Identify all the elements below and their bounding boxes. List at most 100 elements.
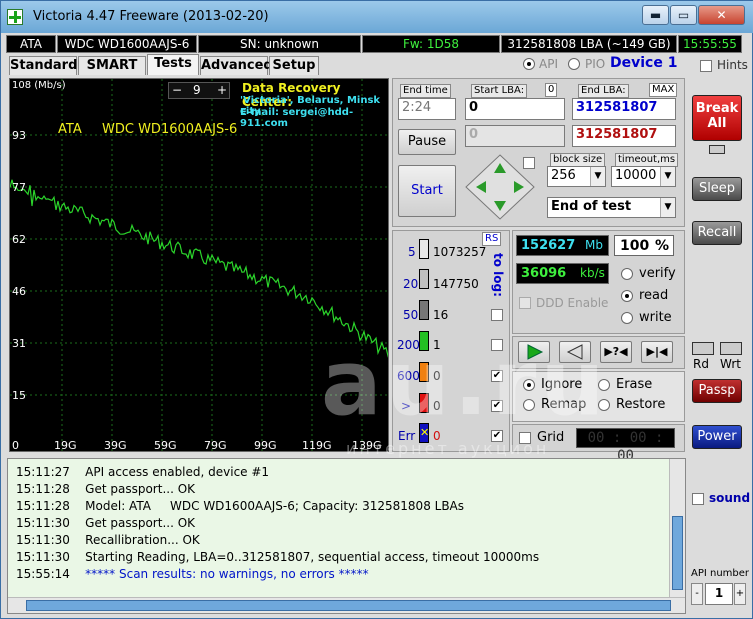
ddd-enable-checkbox[interactable] xyxy=(519,297,531,309)
break-all-button[interactable]: Break All xyxy=(692,95,742,141)
erase-radio[interactable] xyxy=(598,379,610,391)
api-number-minus[interactable]: - xyxy=(691,583,703,605)
start-button[interactable]: Start xyxy=(398,165,456,217)
timeout-value: 10000 xyxy=(615,168,657,183)
y-tick-0: 0 xyxy=(12,439,19,452)
y-tick-77: 77 xyxy=(12,181,26,194)
y-tick-46: 46 xyxy=(12,285,26,298)
api-number-plus[interactable]: + xyxy=(734,583,746,605)
read-radio[interactable] xyxy=(621,290,633,302)
tab-smart[interactable]: SMART xyxy=(78,56,146,75)
sound-checkbox[interactable] xyxy=(692,493,704,505)
timing-50-label: 50 xyxy=(403,308,419,322)
timing-200-label: 200 xyxy=(397,338,420,352)
remap-radio[interactable] xyxy=(523,399,535,411)
back-icon xyxy=(566,344,583,360)
end-of-test-select[interactable]: End of test ▼ xyxy=(547,197,676,218)
log-entry: 15:11:30 Starting Reading, LBA=0..312581… xyxy=(16,550,540,564)
tab-setup[interactable]: Setup xyxy=(269,56,319,75)
mb-value: 152627 xyxy=(521,238,576,253)
restore-radio[interactable] xyxy=(598,399,610,411)
grid-checkbox[interactable] xyxy=(519,432,531,444)
serial-display: SN: unknown xyxy=(198,35,361,53)
end-lba-label: End LBA: xyxy=(578,84,629,98)
title-bar: Victoria 4.47 Freeware (2013-02-20) ▬ ▭ … xyxy=(1,1,753,33)
power-button[interactable]: Power xyxy=(692,425,742,449)
x-tick-19g: 19G xyxy=(54,439,77,452)
app-cross-icon xyxy=(7,9,23,25)
tab-standard[interactable]: Standard xyxy=(9,56,77,75)
maximize-button[interactable]: ▭ xyxy=(670,5,697,25)
play-icon xyxy=(527,344,544,360)
back-button[interactable] xyxy=(559,341,591,363)
timing-5-swatch xyxy=(419,239,429,259)
play-button[interactable] xyxy=(518,341,550,363)
write-label: write xyxy=(639,310,672,325)
device-selector[interactable]: Device 1 xyxy=(610,55,677,71)
log-200-checkbox[interactable] xyxy=(491,339,503,351)
end-time-label: End time xyxy=(400,84,451,98)
speed-unit: kb/s xyxy=(580,266,605,280)
log-entry: 15:11:27 API access enabled, device #1 xyxy=(16,465,270,479)
sleep-button[interactable]: Sleep xyxy=(692,177,742,201)
verify-label: verify xyxy=(639,266,676,281)
dpad-checkbox[interactable] xyxy=(523,157,535,169)
block-size-select[interactable]: 256 ▼ xyxy=(547,166,606,187)
remap-label: Remap xyxy=(541,397,587,412)
timing-20-label: 20 xyxy=(403,277,419,291)
log-gt-checkbox[interactable]: ✔ xyxy=(491,400,503,412)
timer-display: 00 : 00 : 00 xyxy=(576,428,675,464)
log-hscroll-thumb[interactable] xyxy=(26,600,671,611)
window-title: Victoria 4.47 Freeware (2013-02-20) xyxy=(33,9,269,24)
start-lba-input[interactable]: 0 xyxy=(465,98,565,120)
log-vertical-scrollbar[interactable] xyxy=(669,459,685,597)
end-lba-current-field: 312581807 xyxy=(572,125,676,147)
skip-unknown-button[interactable]: ▶?◀ xyxy=(600,341,632,363)
timing-200-count: 1 xyxy=(433,338,441,352)
write-radio[interactable] xyxy=(621,312,633,324)
minimize-button[interactable]: ▬ xyxy=(642,5,669,25)
log-err-checkbox[interactable]: ✔ xyxy=(491,430,503,442)
zoom-minus-button[interactable]: − xyxy=(172,83,182,97)
recall-button[interactable]: Recall xyxy=(692,221,742,245)
max-lba-button[interactable]: MAX xyxy=(649,83,678,97)
pio-radio[interactable] xyxy=(568,58,580,70)
timing-gt-label: > xyxy=(401,399,412,413)
zoom-plus-button[interactable]: + xyxy=(217,83,227,97)
ignore-radio[interactable] xyxy=(523,379,535,391)
rd-led xyxy=(692,342,714,355)
speed-value: 36096 xyxy=(521,266,567,281)
x-tick-139g: 139G xyxy=(352,439,382,452)
victoria-window: Victoria 4.47 Freeware (2013-02-20) ▬ ▭ … xyxy=(0,0,753,619)
verify-radio[interactable] xyxy=(621,268,633,280)
passp-button[interactable]: Passp xyxy=(692,379,742,403)
end-time-input[interactable]: 2:24 xyxy=(398,98,456,120)
timeout-select[interactable]: 10000 ▼ xyxy=(611,166,676,187)
tab-tests[interactable]: Tests xyxy=(147,54,199,75)
wrt-label: Wrt xyxy=(720,357,741,371)
api-number-input[interactable]: 1 xyxy=(705,583,733,605)
log-horizontal-scrollbar[interactable] xyxy=(8,597,685,613)
timing-20-count: 147750 xyxy=(433,277,479,291)
end-lba-input[interactable]: 312581807 xyxy=(572,98,676,120)
pause-button[interactable]: Pause xyxy=(398,129,456,155)
start-lba-zero[interactable]: 0 xyxy=(545,83,558,97)
hints-checkbox[interactable] xyxy=(700,60,712,72)
log-50-checkbox[interactable] xyxy=(491,309,503,321)
log-vscroll-thumb[interactable] xyxy=(672,516,683,590)
percent-value: 100 xyxy=(620,238,650,254)
end-button[interactable]: ▶|◀ xyxy=(641,341,673,363)
log-600-checkbox[interactable]: ✔ xyxy=(491,370,503,382)
y-tick-62: 62 xyxy=(12,233,26,246)
y-tick-93: 93 xyxy=(12,129,26,142)
to-log-label: to log: xyxy=(491,253,505,297)
rs-button[interactable]: RS xyxy=(482,232,502,246)
close-button[interactable]: ✕ xyxy=(698,5,745,25)
timing-50-swatch xyxy=(419,300,429,320)
chevron-down-icon: ▼ xyxy=(660,198,675,217)
api-radio[interactable] xyxy=(523,58,535,70)
start-lba-label: Start LBA: xyxy=(471,84,528,98)
chevron-down-icon: ▼ xyxy=(660,167,675,186)
tab-advanced[interactable]: Advanced xyxy=(200,56,273,75)
graph-unit-label: 108 (Mb/s) xyxy=(12,80,66,91)
